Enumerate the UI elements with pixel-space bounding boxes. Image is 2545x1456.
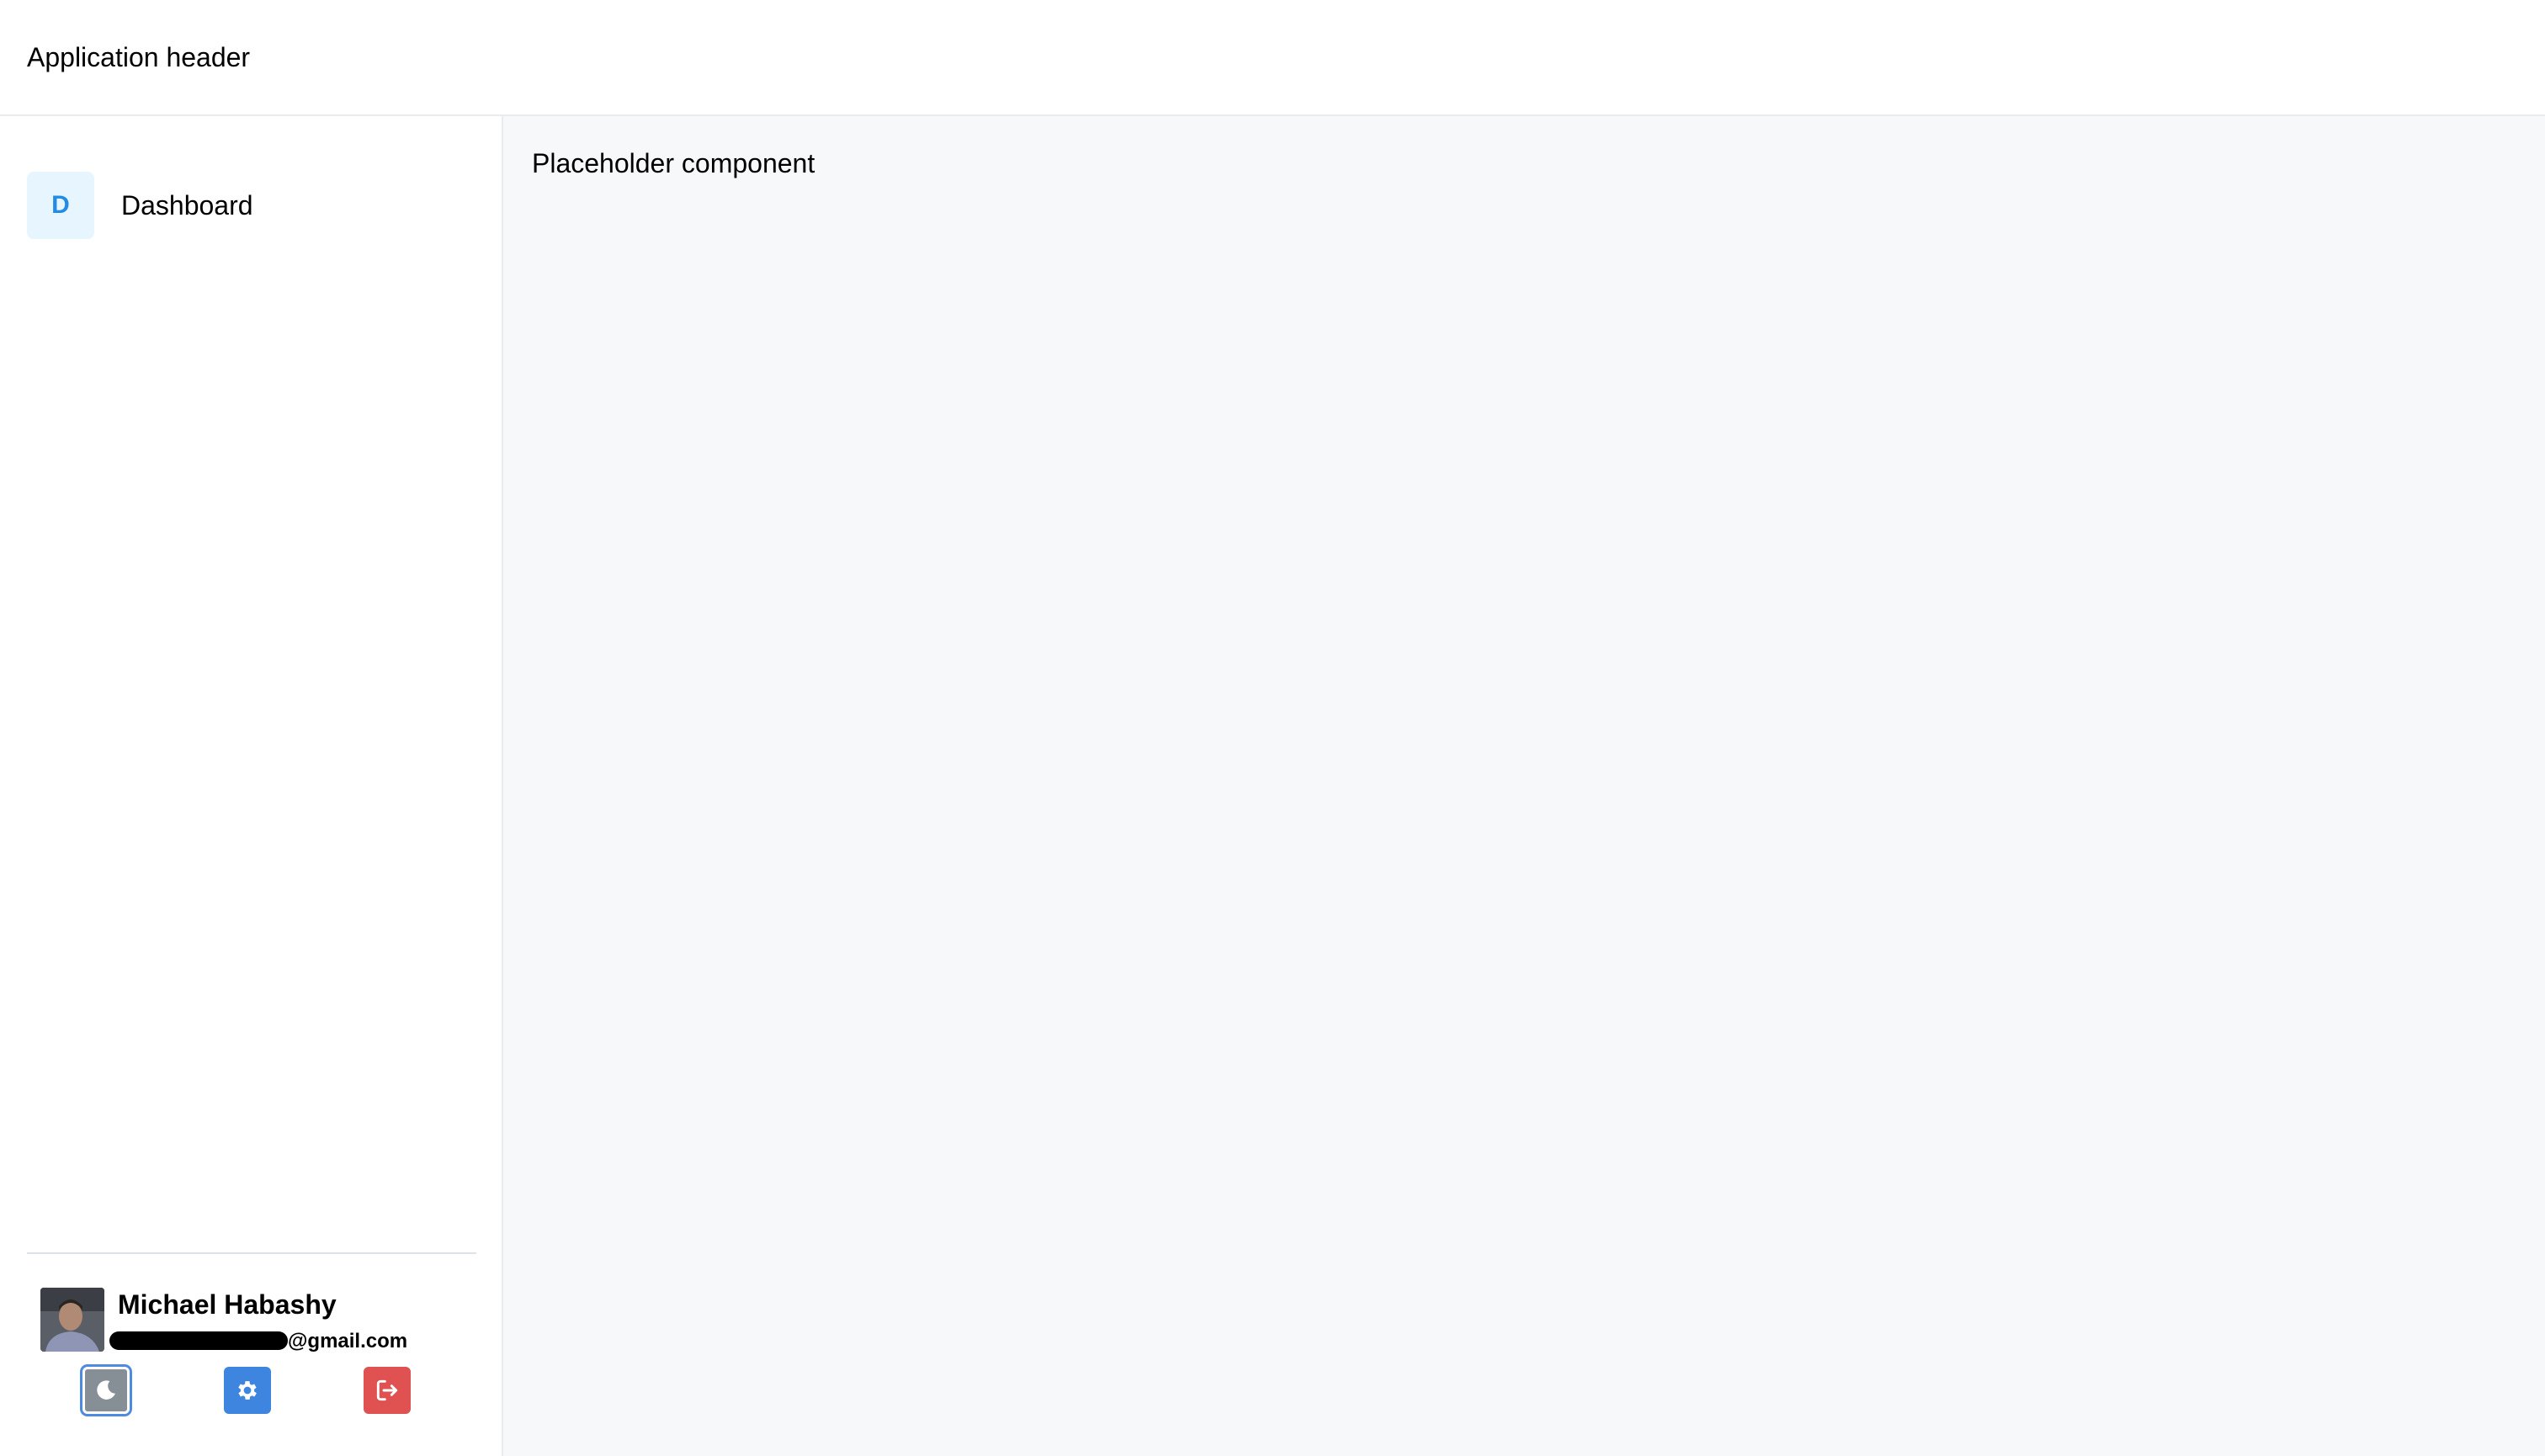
sidebar-item-label: Dashboard [121,189,253,221]
sidebar-item-icon: D [27,172,94,239]
sidebar-item-dashboard[interactable]: D Dashboard [27,172,476,239]
moon-icon [97,1380,115,1400]
settings-button[interactable] [224,1367,271,1414]
avatar-photo-icon [40,1288,104,1352]
app-shell: Application header D Dashboard Michael H… [0,0,2545,1456]
user-actions [82,1367,436,1417]
sidebar: D Dashboard Michael Habashy @gmail.com [0,116,503,1456]
redaction-mark [109,1331,288,1350]
placeholder-text: Placeholder component [532,148,816,178]
logout-icon [376,1379,398,1401]
logout-button[interactable] [364,1367,411,1414]
user-info: Michael Habashy @gmail.com [40,1288,476,1355]
header-title: Application header [27,42,251,72]
avatar [40,1288,104,1352]
user-email-domain: @gmail.com [288,1330,408,1352]
main-content: Placeholder component [503,116,2545,1456]
user-name: Michael Habashy [118,1289,337,1320]
gear-icon [238,1381,257,1400]
theme-toggle-button[interactable] [82,1367,130,1414]
app-header: Application header [0,0,2545,116]
user-email: @gmail.com [109,1330,407,1353]
sidebar-footer: Michael Habashy @gmail.com [27,1252,476,1414]
